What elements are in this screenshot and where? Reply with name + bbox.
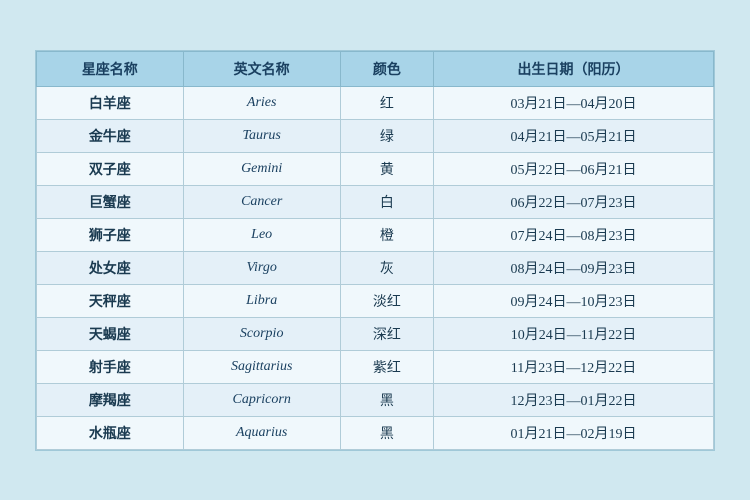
cell-color: 绿 (340, 119, 433, 152)
cell-color: 黄 (340, 152, 433, 185)
cell-english: Leo (183, 218, 340, 251)
cell-dates: 03月21日—04月20日 (434, 86, 714, 119)
cell-color: 黑 (340, 416, 433, 449)
cell-english: Virgo (183, 251, 340, 284)
cell-color: 紫红 (340, 350, 433, 383)
cell-chinese: 狮子座 (37, 218, 184, 251)
cell-english: Cancer (183, 185, 340, 218)
cell-color: 黑 (340, 383, 433, 416)
table-row: 巨蟹座Cancer白06月22日—07月23日 (37, 185, 714, 218)
cell-english: Sagittarius (183, 350, 340, 383)
cell-color: 淡红 (340, 284, 433, 317)
table-row: 摩羯座Capricorn黑12月23日—01月22日 (37, 383, 714, 416)
cell-english: Scorpio (183, 317, 340, 350)
col-header-color: 颜色 (340, 51, 433, 86)
cell-chinese: 处女座 (37, 251, 184, 284)
cell-english: Aquarius (183, 416, 340, 449)
cell-chinese: 射手座 (37, 350, 184, 383)
table-row: 天秤座Libra淡红09月24日—10月23日 (37, 284, 714, 317)
cell-english: Aries (183, 86, 340, 119)
table-row: 天蝎座Scorpio深红10月24日—11月22日 (37, 317, 714, 350)
col-header-english: 英文名称 (183, 51, 340, 86)
cell-chinese: 天秤座 (37, 284, 184, 317)
cell-dates: 06月22日—07月23日 (434, 185, 714, 218)
cell-chinese: 金牛座 (37, 119, 184, 152)
table-row: 金牛座Taurus绿04月21日—05月21日 (37, 119, 714, 152)
cell-dates: 08月24日—09月23日 (434, 251, 714, 284)
cell-english: Gemini (183, 152, 340, 185)
table-row: 水瓶座Aquarius黑01月21日—02月19日 (37, 416, 714, 449)
cell-dates: 05月22日—06月21日 (434, 152, 714, 185)
zodiac-table: 星座名称 英文名称 颜色 出生日期（阳历） 白羊座Aries红03月21日—04… (36, 51, 714, 450)
cell-dates: 04月21日—05月21日 (434, 119, 714, 152)
table-row: 狮子座Leo橙07月24日—08月23日 (37, 218, 714, 251)
table-header-row: 星座名称 英文名称 颜色 出生日期（阳历） (37, 51, 714, 86)
cell-dates: 01月21日—02月19日 (434, 416, 714, 449)
table-row: 射手座Sagittarius紫红11月23日—12月22日 (37, 350, 714, 383)
zodiac-table-container: 星座名称 英文名称 颜色 出生日期（阳历） 白羊座Aries红03月21日—04… (35, 50, 715, 451)
cell-dates: 07月24日—08月23日 (434, 218, 714, 251)
cell-dates: 10月24日—11月22日 (434, 317, 714, 350)
cell-color: 橙 (340, 218, 433, 251)
cell-color: 深红 (340, 317, 433, 350)
col-header-chinese: 星座名称 (37, 51, 184, 86)
cell-english: Libra (183, 284, 340, 317)
cell-color: 灰 (340, 251, 433, 284)
cell-color: 红 (340, 86, 433, 119)
table-row: 白羊座Aries红03月21日—04月20日 (37, 86, 714, 119)
cell-chinese: 巨蟹座 (37, 185, 184, 218)
cell-dates: 11月23日—12月22日 (434, 350, 714, 383)
table-row: 双子座Gemini黄05月22日—06月21日 (37, 152, 714, 185)
cell-chinese: 天蝎座 (37, 317, 184, 350)
cell-color: 白 (340, 185, 433, 218)
cell-chinese: 白羊座 (37, 86, 184, 119)
cell-dates: 12月23日—01月22日 (434, 383, 714, 416)
cell-chinese: 双子座 (37, 152, 184, 185)
cell-chinese: 水瓶座 (37, 416, 184, 449)
cell-dates: 09月24日—10月23日 (434, 284, 714, 317)
cell-english: Taurus (183, 119, 340, 152)
table-row: 处女座Virgo灰08月24日—09月23日 (37, 251, 714, 284)
cell-english: Capricorn (183, 383, 340, 416)
cell-chinese: 摩羯座 (37, 383, 184, 416)
col-header-dates: 出生日期（阳历） (434, 51, 714, 86)
